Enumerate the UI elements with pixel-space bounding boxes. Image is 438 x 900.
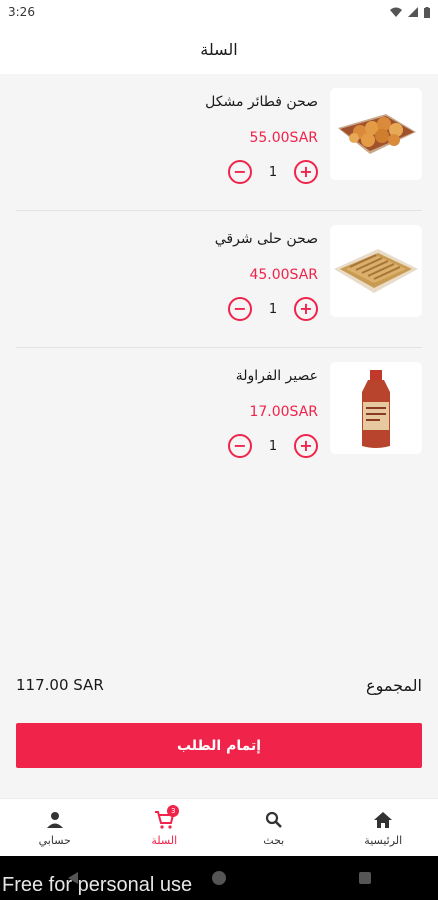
item-name: صحن حلى شرقي xyxy=(214,231,318,247)
product-image xyxy=(330,225,422,317)
quantity-value: 1 xyxy=(268,438,278,454)
plus-icon: + xyxy=(299,162,313,181)
home-circle-icon[interactable] xyxy=(211,870,227,886)
item-name: صحن فطائر مشكل xyxy=(205,94,318,110)
watermark: Free for personal use xyxy=(2,874,193,896)
minus-icon: − xyxy=(233,162,247,181)
total-label: المجموع xyxy=(366,675,422,695)
item-price: 45.00SAR xyxy=(249,267,318,283)
minus-icon: − xyxy=(233,436,247,455)
cart-list: صحن فطائر مشكل 55.00SAR − 1 + صحن حلى شر… xyxy=(16,74,422,485)
cart-item: صحن فطائر مشكل 55.00SAR − 1 + xyxy=(16,74,422,211)
quantity-stepper: − 1 + xyxy=(228,160,318,184)
item-name: عصير الفراولة xyxy=(235,368,318,384)
nav-item-account[interactable]: حسابي xyxy=(5,809,105,847)
plus-icon: + xyxy=(299,436,313,455)
quantity-stepper: − 1 + xyxy=(228,434,318,458)
cart-item: عصير الفراولة 17.00SAR − 1 + xyxy=(16,348,422,485)
nav-item-label: بحث xyxy=(263,833,285,847)
plus-icon: + xyxy=(299,299,313,318)
bottom-nav: حسابي 3 السلة بحث الرئيسية xyxy=(0,798,438,856)
page-title: السلة xyxy=(200,39,238,59)
status-time: 3:26 xyxy=(8,5,35,19)
search-icon xyxy=(263,809,285,831)
status-bar: 3:26 xyxy=(0,0,438,24)
cart-icon: 3 xyxy=(153,804,180,831)
nav-item-home[interactable]: الرئيسية xyxy=(333,809,433,847)
signal-icon xyxy=(408,7,418,17)
nav-item-label: السلة xyxy=(151,833,178,847)
quantity-stepper: − 1 + xyxy=(228,297,318,321)
increase-button[interactable]: + xyxy=(294,160,318,184)
checkout-button[interactable]: إتمام الطلب xyxy=(16,723,422,768)
nav-item-cart[interactable]: 3 السلة xyxy=(114,804,214,847)
increase-button[interactable]: + xyxy=(294,434,318,458)
home-icon xyxy=(372,809,394,831)
nav-item-label: الرئيسية xyxy=(364,833,403,847)
nav-item-label: حسابي xyxy=(38,833,71,847)
decrease-button[interactable]: − xyxy=(228,434,252,458)
battery-icon xyxy=(424,6,430,18)
checkout-label: إتمام الطلب xyxy=(176,737,262,754)
wifi-icon xyxy=(390,7,402,17)
total-row: 117.00 SAR المجموع xyxy=(16,672,422,698)
quantity-value: 1 xyxy=(268,164,278,180)
item-price: 17.00SAR xyxy=(249,404,318,420)
person-icon xyxy=(44,809,66,831)
nav-item-search[interactable]: بحث xyxy=(224,809,324,847)
decrease-button[interactable]: − xyxy=(228,297,252,321)
total-value: 117.00 SAR xyxy=(16,676,104,694)
decrease-button[interactable]: − xyxy=(228,160,252,184)
minus-icon: − xyxy=(233,299,247,318)
quantity-value: 1 xyxy=(268,301,278,317)
product-image xyxy=(330,88,422,180)
item-price: 55.00SAR xyxy=(249,130,318,146)
app-header: السلة xyxy=(0,24,438,74)
status-icons xyxy=(390,6,430,18)
recents-icon[interactable] xyxy=(358,871,372,885)
cart-item: صحن حلى شرقي 45.00SAR − 1 + xyxy=(16,211,422,348)
cart-count-badge: 3 xyxy=(167,804,180,817)
product-image xyxy=(330,362,422,454)
increase-button[interactable]: + xyxy=(294,297,318,321)
